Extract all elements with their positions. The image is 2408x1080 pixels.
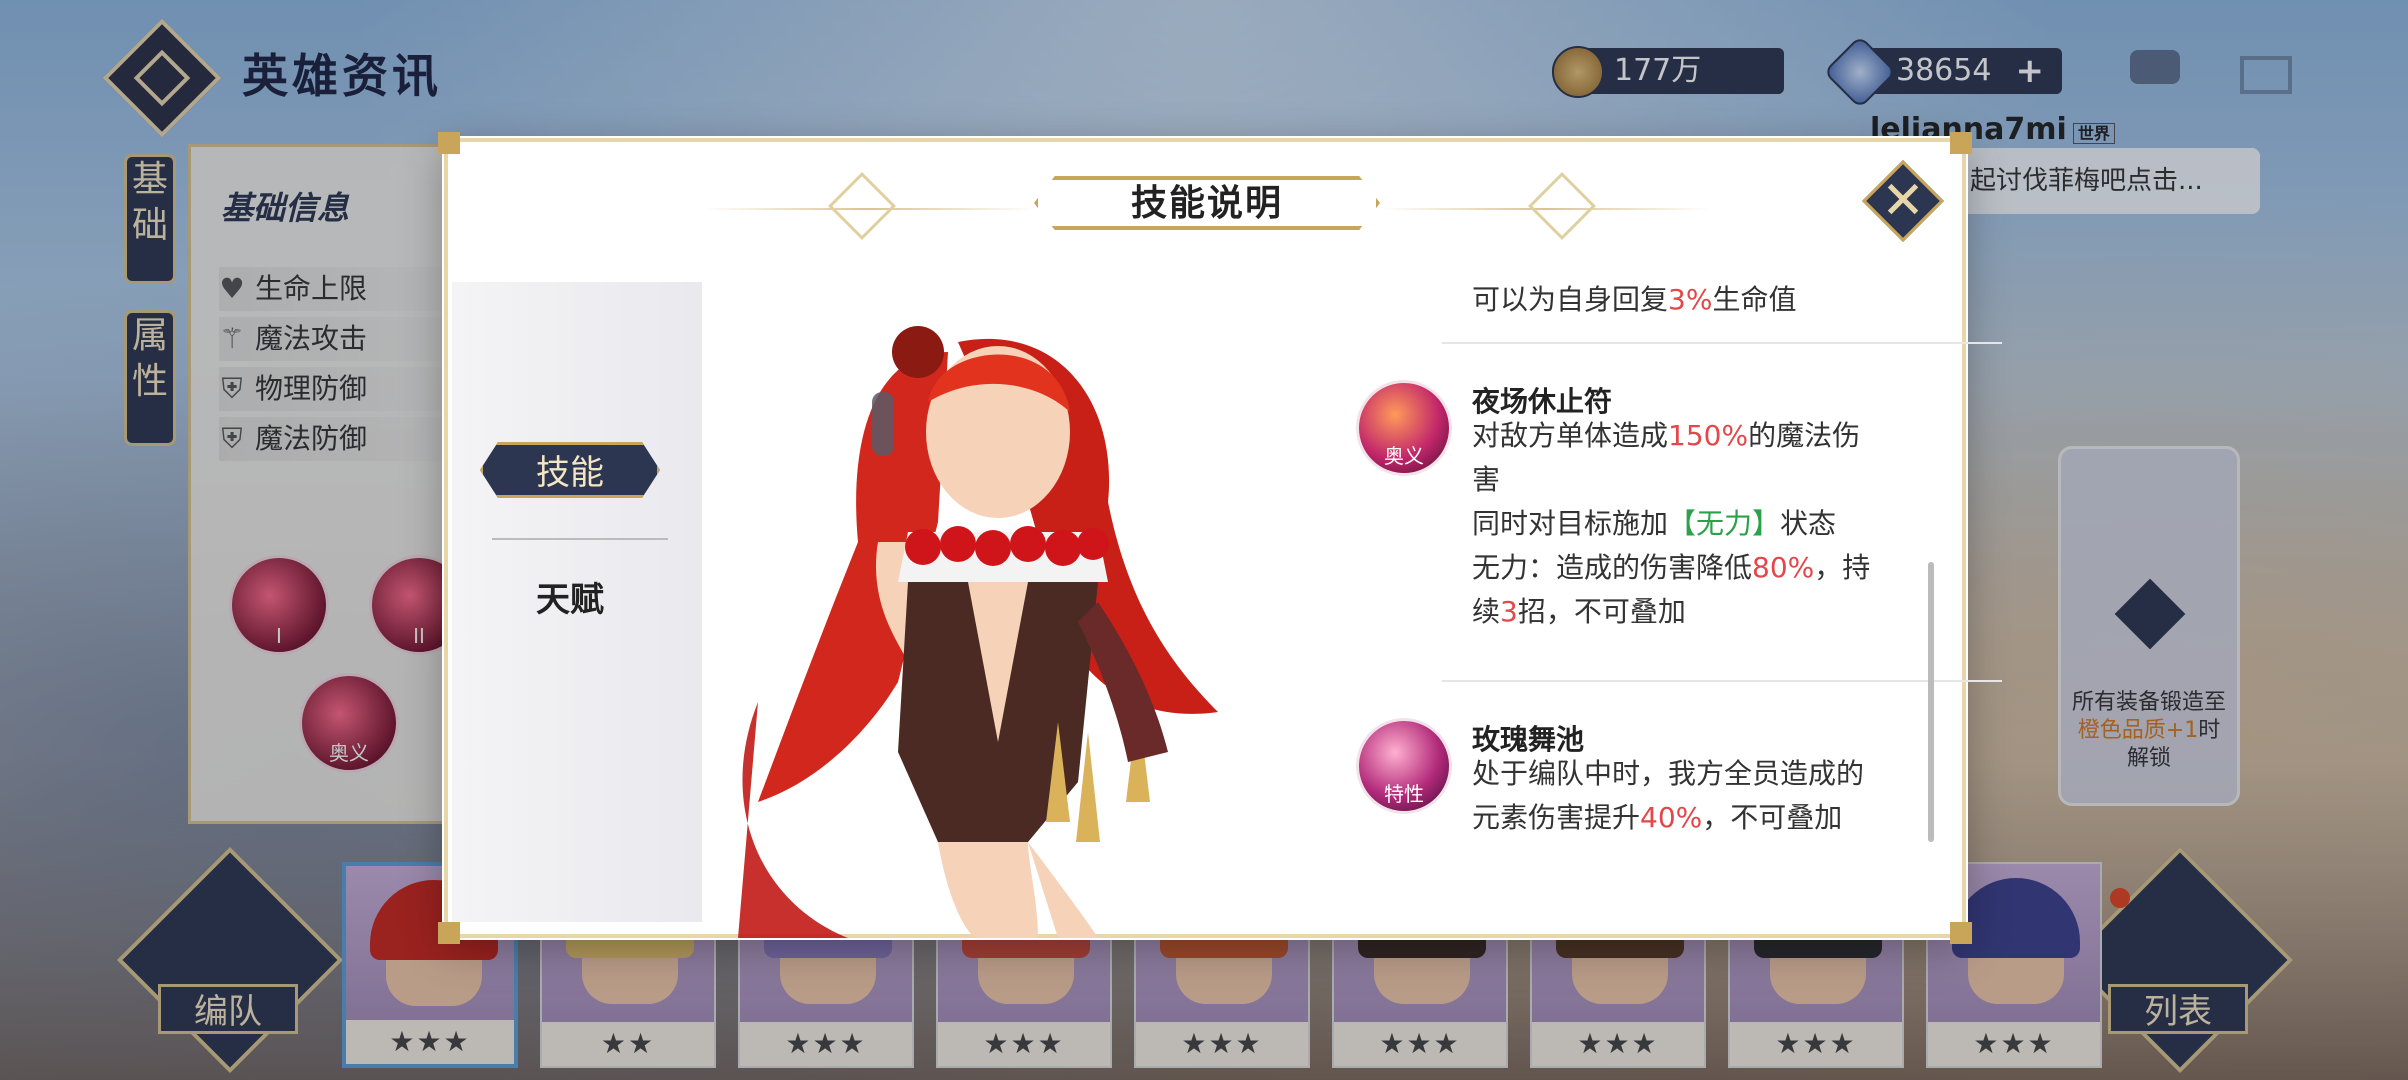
skill-text: 处于编队中时，我方全员造成的 元素伤害提升40%，不可叠加 — [1472, 757, 1865, 834]
skill-text: 对敌方单体造成150%的魔法伤 害 同时对目标施加【无力】状态 无力：造成的伤害… — [1472, 419, 1871, 628]
divider — [1442, 680, 2002, 682]
modal-tab-strip: 技能 天赋 — [452, 282, 702, 922]
divider — [1442, 342, 2002, 344]
corner-ornament — [438, 922, 460, 944]
tab-separator — [492, 538, 668, 540]
skill-description-panel[interactable]: 可以为自身回复3%生命值 奥义 夜场休止符 对敌方单体造成150%的魔法伤 害 … — [1342, 262, 2002, 912]
modal-title-frame: 技能说明 — [1034, 176, 1380, 230]
character-illustration — [738, 326, 1218, 938]
tab-talent[interactable]: 天赋 — [480, 572, 660, 628]
modal-title: 技能说明 — [1130, 182, 1283, 224]
passive-heal-text: 可以为自身回复3%生命值 — [1472, 283, 1797, 316]
trait-skill-icon: 特性 — [1356, 718, 1452, 814]
title-diamond-left — [828, 172, 896, 240]
title-diamond-right — [1528, 172, 1596, 240]
tab-skills[interactable]: 技能 — [480, 442, 660, 498]
scrollbar[interactable] — [1928, 562, 1934, 842]
corner-ornament — [1950, 132, 1972, 154]
close-icon[interactable]: ✕ — [1874, 172, 1932, 230]
corner-ornament — [438, 132, 460, 154]
corner-ornament — [1950, 922, 1972, 944]
ultimate-skill-icon: 奥义 — [1356, 380, 1452, 476]
character-portrait — [698, 282, 1338, 938]
skill-modal: 技能说明 ✕ 技能 天赋 可以为自身回复3%生命值 奥义 夜场休止符 对敌方单体… — [438, 132, 2002, 944]
